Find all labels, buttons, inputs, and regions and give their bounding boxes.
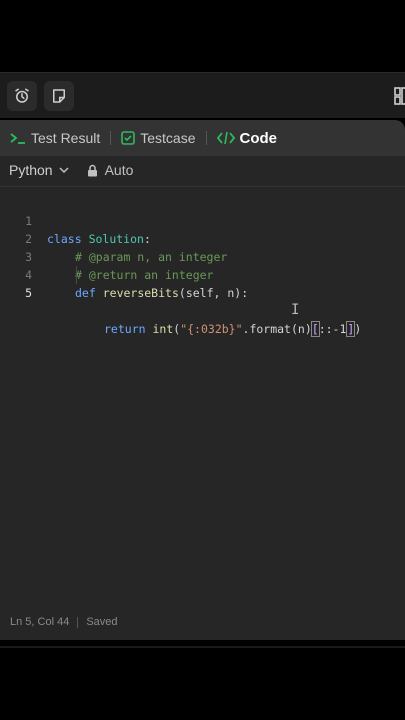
language-select[interactable]: Python xyxy=(9,162,69,178)
layout-icon[interactable] xyxy=(394,87,405,105)
tab-label: Test Result xyxy=(31,130,101,146)
tab-divider xyxy=(110,131,112,145)
tab-label: Testcase xyxy=(140,130,196,146)
panel-tabs: Test Result Testcase Code xyxy=(0,120,405,156)
tab-divider xyxy=(205,131,207,145)
status-divider xyxy=(77,616,79,628)
save-status: Saved xyxy=(86,616,118,628)
code-line: 4 def reverseBits(self, n): xyxy=(0,248,405,300)
code-line: 5 return int("{:032b}".format(n)[::-1]) xyxy=(0,266,405,337)
code-line: 1 class Solution: xyxy=(0,194,405,246)
function-name: int xyxy=(152,322,174,336)
code-line: 2 # @param n, an integer xyxy=(0,212,405,264)
code-text: return int("{:032b}".format(n)[::-1]) xyxy=(104,320,361,338)
alarm-clock-icon xyxy=(15,88,29,103)
status-bar: Ln 5, Col 44 Saved xyxy=(0,612,405,632)
code-text: def reverseBits(self, n): xyxy=(75,284,248,302)
keyword: return xyxy=(104,322,146,336)
keyword: def xyxy=(75,286,96,300)
tab-test-result[interactable]: Test Result xyxy=(10,130,100,146)
bracket: [ xyxy=(310,321,320,337)
editor-bar: Python Auto xyxy=(0,156,405,184)
notes-button[interactable] xyxy=(44,81,74,111)
mode-label: Auto xyxy=(104,162,134,178)
line-number: 5 xyxy=(25,286,32,300)
tab-label: Code xyxy=(239,129,278,147)
auto-mode[interactable]: Auto xyxy=(87,162,134,178)
indent-guide xyxy=(76,266,77,284)
method-call: .format(n) xyxy=(242,322,312,336)
cursor-position: Ln 5, Col 44 xyxy=(10,616,70,628)
divider xyxy=(0,646,405,648)
tab-testcase[interactable]: Testcase xyxy=(121,130,196,146)
code-line: 3 # @return an integer xyxy=(0,230,405,282)
string-literal: "{:032b}" xyxy=(180,322,243,336)
tab-code[interactable]: Code xyxy=(216,129,278,147)
params: (self, n): xyxy=(178,286,249,300)
top-toolbar xyxy=(0,72,405,118)
code-panel: Test Result Testcase Code Python Auto 1 … xyxy=(0,120,405,640)
slice-text: ::-1 xyxy=(318,322,347,336)
mouse-cursor-icon: I xyxy=(291,302,300,318)
punct: ) xyxy=(354,322,362,336)
chevron-down-icon xyxy=(59,167,69,173)
code-editor[interactable]: 1 class Solution: 2 # @param n, an integ… xyxy=(0,194,405,337)
divider xyxy=(0,186,405,187)
lock-icon xyxy=(87,164,98,177)
checkbox-icon xyxy=(121,131,136,145)
alarm-button[interactable] xyxy=(7,81,37,111)
terminal-icon xyxy=(10,132,26,144)
note-icon xyxy=(53,89,65,103)
function-name: reverseBits xyxy=(102,286,179,300)
language-label: Python xyxy=(9,162,53,178)
code-icon xyxy=(216,131,235,145)
